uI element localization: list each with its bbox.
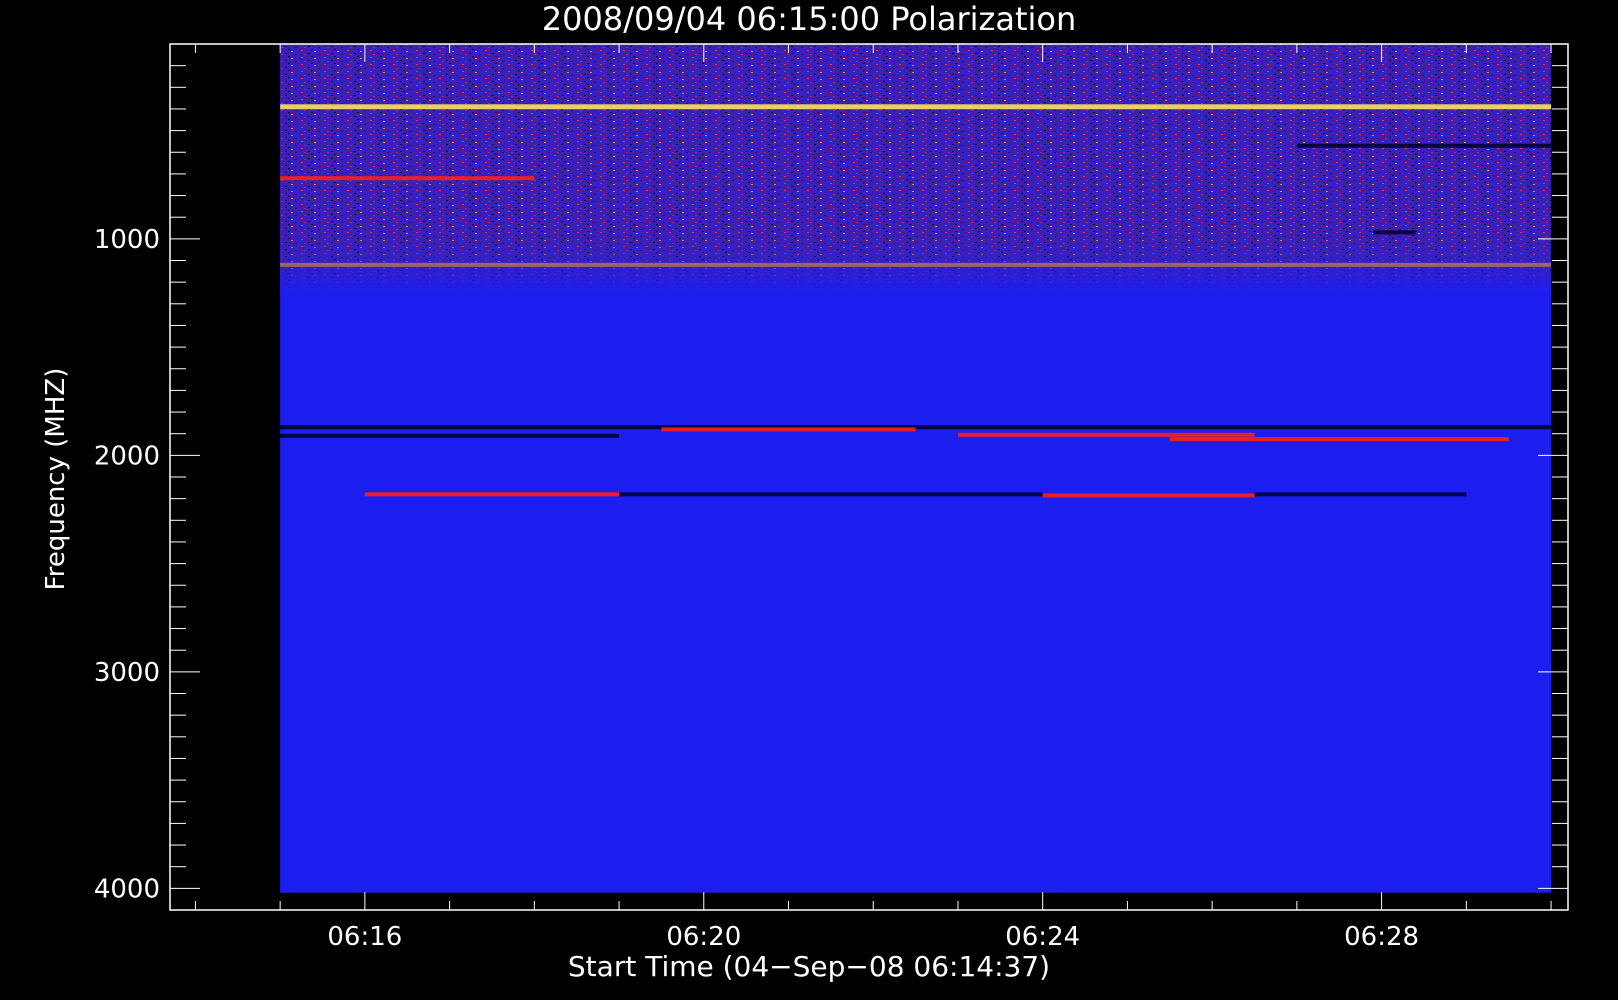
y-tick-label: 2000	[94, 441, 160, 471]
spectral-band-red	[661, 427, 916, 432]
spectral-band-red	[1042, 493, 1255, 498]
spectral-band-yellow	[280, 104, 1552, 110]
x-tick-label: 06:24	[1005, 922, 1080, 952]
spectral-band-dark	[1296, 143, 1552, 148]
heatmap-area	[280, 44, 1552, 893]
spectral-band-dark	[280, 433, 620, 438]
x-tick-label: 06:28	[1344, 922, 1419, 952]
spectral-band-red	[957, 432, 1255, 437]
spectral-band-dark	[1373, 230, 1416, 235]
y-tick-label: 3000	[94, 658, 160, 688]
spectral-band-red	[1169, 437, 1509, 442]
y-tick-label: 4000	[94, 874, 160, 904]
x-tick-label: 06:20	[666, 922, 741, 952]
dynamic-spectrum-chart: 06:16 06:20 06:24 06:28 1000 2000 3000 4000 200…	[0, 0, 1618, 1000]
y-axis-label: Frequency (MHZ)	[41, 368, 71, 591]
chart-title: 2008/09/04 06:15:00 Polarization	[542, 0, 1076, 38]
spectral-band-orange	[280, 262, 1552, 267]
x-tick-label: 06:16	[327, 922, 402, 952]
spectral-band-red	[364, 492, 620, 497]
spectral-band-red	[280, 176, 535, 181]
spectral-band-dark	[1254, 492, 1467, 497]
x-axis-label: Start Time (04−Sep−08 06:14:37)	[568, 950, 1050, 983]
spectral-band-dark	[619, 492, 1043, 497]
y-tick-label: 1000	[94, 225, 160, 255]
